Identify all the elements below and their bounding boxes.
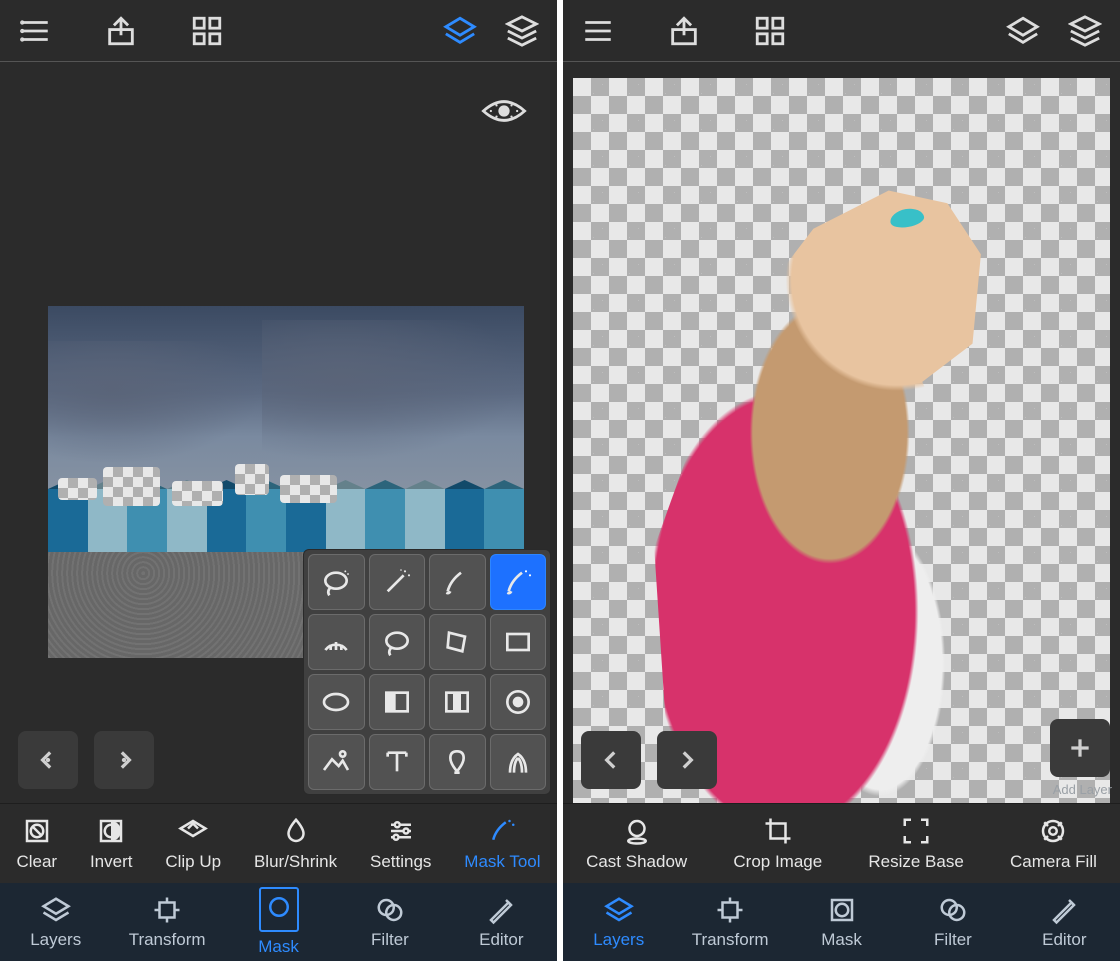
tool-shape-mask[interactable]: [429, 734, 486, 790]
undo-button[interactable]: [18, 731, 78, 789]
tab-label: Editor: [479, 930, 523, 950]
list-icon[interactable]: [18, 14, 52, 48]
share-icon[interactable]: [667, 14, 701, 48]
top-toolbar: [563, 0, 1120, 62]
tab-label: Transform: [129, 930, 206, 950]
tool-magic-brush[interactable]: [490, 554, 547, 610]
action-clip-up[interactable]: Clip Up: [165, 816, 221, 872]
tool-rectangle[interactable]: [490, 614, 547, 670]
tab-layers[interactable]: Layers: [0, 883, 111, 961]
primary-tab-bar: Layers Transform Mask Filter Editor: [563, 883, 1120, 961]
layer-outline-icon[interactable]: [443, 14, 477, 48]
action-label: Blur/Shrink: [254, 852, 337, 872]
tool-linear-grad[interactable]: [369, 674, 426, 730]
tab-layers[interactable]: Layers: [563, 883, 674, 961]
layers-stack-icon[interactable]: [505, 14, 539, 48]
tab-mask[interactable]: Mask: [223, 883, 334, 961]
action-label: Invert: [90, 852, 133, 872]
canvas-area[interactable]: [0, 62, 557, 803]
list-icon[interactable]: [581, 14, 615, 48]
action-blur-shrink[interactable]: Blur/Shrink: [254, 816, 337, 872]
tool-lasso[interactable]: [369, 614, 426, 670]
apps-grid-icon[interactable]: [190, 14, 224, 48]
tab-filter[interactable]: Filter: [334, 883, 445, 961]
tab-editor[interactable]: Editor: [446, 883, 557, 961]
primary-tab-bar: Layers Transform Mask Filter Editor: [0, 883, 557, 961]
left-pane: Clear Invert Clip Up Blur/Shrink Setting…: [0, 0, 557, 961]
tool-gradient-arc[interactable]: [308, 614, 365, 670]
action-label: Resize Base: [868, 852, 963, 872]
next-layer-button[interactable]: [657, 731, 717, 789]
tab-label: Filter: [371, 930, 409, 950]
tool-polygon[interactable]: [429, 614, 486, 670]
secondary-action-bar: Cast Shadow Crop Image Resize Base Camer…: [563, 803, 1120, 883]
action-label: Crop Image: [733, 852, 822, 872]
action-resize-base[interactable]: Resize Base: [868, 816, 963, 872]
canvas-area[interactable]: Add Layer: [563, 62, 1120, 803]
tool-image-mask[interactable]: [308, 734, 365, 790]
tab-label: Layers: [593, 930, 644, 950]
redo-button[interactable]: [94, 731, 154, 789]
action-label: Clear: [16, 852, 57, 872]
add-layer-button[interactable]: [1050, 719, 1110, 777]
action-camera-fill[interactable]: Camera Fill: [1010, 816, 1097, 872]
action-clear[interactable]: Clear: [16, 816, 57, 872]
share-icon[interactable]: [104, 14, 138, 48]
action-label: Settings: [370, 852, 431, 872]
action-label: Mask Tool: [464, 852, 540, 872]
top-toolbar: [0, 0, 557, 62]
editing-image[interactable]: [573, 78, 1110, 803]
tab-label: Filter: [934, 930, 972, 950]
tab-transform[interactable]: Transform: [674, 883, 785, 961]
prev-layer-button[interactable]: [581, 731, 641, 789]
action-cast-shadow[interactable]: Cast Shadow: [586, 816, 687, 872]
tab-label: Mask: [821, 930, 862, 950]
add-layer-label: Add Layer: [1053, 782, 1112, 797]
tool-hair-mask[interactable]: [490, 734, 547, 790]
tab-label: Transform: [692, 930, 769, 950]
visibility-eye-icon[interactable]: [481, 96, 527, 131]
tool-text-mask[interactable]: [369, 734, 426, 790]
tool-mirror-grad[interactable]: [429, 674, 486, 730]
tool-magic-lasso[interactable]: [308, 554, 365, 610]
layer-outline-icon[interactable]: [1006, 14, 1040, 48]
tab-transform[interactable]: Transform: [111, 883, 222, 961]
tab-label: Layers: [30, 930, 81, 950]
tab-mask[interactable]: Mask: [786, 883, 897, 961]
layers-stack-icon[interactable]: [1068, 14, 1102, 48]
action-label: Clip Up: [165, 852, 221, 872]
tool-radial-grad[interactable]: [490, 674, 547, 730]
mask-erased-region: [58, 461, 344, 517]
secondary-action-bar: Clear Invert Clip Up Blur/Shrink Setting…: [0, 803, 557, 883]
mask-tool-palette: [303, 549, 551, 795]
tool-brush[interactable]: [429, 554, 486, 610]
action-mask-tool[interactable]: Mask Tool: [464, 816, 540, 872]
action-label: Cast Shadow: [586, 852, 687, 872]
tool-ellipse[interactable]: [308, 674, 365, 730]
action-label: Camera Fill: [1010, 852, 1097, 872]
tab-label: Mask: [258, 937, 299, 957]
tool-magic-wand[interactable]: [369, 554, 426, 610]
right-pane: Add Layer Cast Shadow Crop Image Resize …: [563, 0, 1120, 961]
action-settings[interactable]: Settings: [370, 816, 431, 872]
action-crop-image[interactable]: Crop Image: [733, 816, 822, 872]
tab-editor[interactable]: Editor: [1009, 883, 1120, 961]
apps-grid-icon[interactable]: [753, 14, 787, 48]
tab-label: Editor: [1042, 930, 1086, 950]
tab-filter[interactable]: Filter: [897, 883, 1008, 961]
action-invert[interactable]: Invert: [90, 816, 133, 872]
